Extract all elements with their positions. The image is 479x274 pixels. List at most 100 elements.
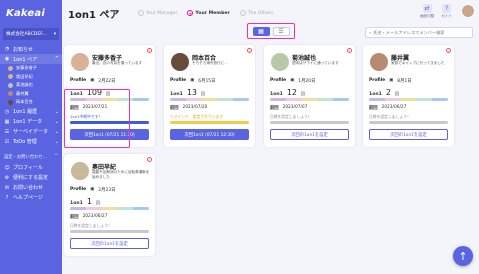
onon-count: 109 [86,88,103,97]
grid-view-button[interactable]: ▦ [252,26,270,36]
member-bio: そろそろ海外旅行に… [192,61,228,65]
set-next-1on1-button[interactable]: 次回の1on1を設定 [70,238,149,249]
prev-label: 前回 [270,106,279,111]
sidebar-member-item[interactable]: 菊池誠也 [0,81,62,90]
status-bar [170,98,249,101]
prev-date: 2023/06/27 [381,105,407,110]
profile-label: Profile [70,187,87,192]
chevron-down-icon: ▾ [53,31,56,37]
swap-icon: ⇄ [422,4,432,13]
sidebar-member-item[interactable]: 安藤多香子 [0,64,62,73]
sidebar-item-help[interactable]: ? ヘルプページ [0,193,62,203]
sidebar-item-survey[interactable]: ☰ サーベイデータ ⌄ [0,127,62,137]
view-toggle: ▦ ☰ [247,23,295,39]
data-icon: ▦ [4,118,10,125]
member-card[interactable]: ! 安藤多香子 最近、百の写真を撮っています Profile ▣ 2月22日 1on1 109… [64,45,155,147]
status-bar [270,98,349,101]
scroll-top-button[interactable]: ↑ [453,246,473,266]
user-avatar[interactable] [461,4,475,18]
help-icon: ? [442,4,452,13]
mode-your-member[interactable]: ★ Your Member [187,10,230,16]
onon-count-row: 1on1 12 回 [270,88,305,97]
list-icon: ☰ [278,27,284,35]
sidebar-item-history[interactable]: ◷ 1on1 履歴 ⌄ [0,107,62,117]
prev-date: 2023/06/27 [82,214,108,219]
alert-icon: ! [347,48,352,53]
avatar [8,74,13,80]
onon-unit: 回 [201,91,206,96]
onon-count-row: 1on1 2 回 [369,88,399,97]
sidebar-member-item[interactable]: 奥田早紀 [0,73,62,82]
avatar [8,82,13,88]
mode-your-manager[interactable]: ◌ Your Manager [138,10,177,16]
onon-count: 13 [186,88,198,97]
settings-section-toggle[interactable]: 設定・お問い合わせ… ^ [0,151,62,163]
sidebar-member-item[interactable]: 岡本百合 [0,98,62,107]
app-logo: Kakeai [6,7,45,19]
profile-date: 2月22日 [98,79,116,84]
sidebar-item-data[interactable]: ▦ 1on1 データ ⌄ [0,117,62,127]
alert-icon: ! [446,48,451,53]
header-button-label: 画面切替 [419,14,435,18]
member-name: 岡本百合 [16,99,33,105]
set-next-1on1-button[interactable]: 次回の1on1を設定 [369,129,448,140]
sidebar-item-todo[interactable]: ☑ ToDo 管理 ⌄ [0,137,62,147]
next-1on1-button[interactable]: 次回1on1 (07/21 11:30) [70,129,149,140]
onon-label: 1on1 [270,92,283,97]
profile-row: Profile ▣ 8月1日 [369,78,412,84]
profile-date: 2月23日 [98,188,116,193]
chevron-up-icon: ^ [54,153,58,159]
set-next-1on1-button[interactable]: 次回の1on1を設定 [270,129,349,140]
sidebar-item-pairs[interactable]: ◉ 1on1 ペア ^ [0,54,62,64]
calendar-icon: ▣ [90,187,95,192]
sidebar-item-notifications[interactable]: ◔ お知らせ [0,44,62,54]
avatar [8,91,13,97]
nav-label: 1on1 ペア [13,56,38,63]
status-note: 1on1中断中です！ [70,114,103,119]
sidebar-item-profile[interactable]: ☺ プロフィール [0,163,62,173]
list-view-button[interactable]: ☰ [272,26,290,36]
progress-bar [170,121,249,124]
nav-label: サーベイデータ [13,129,49,135]
nav-label: お問い合わせ [13,185,44,191]
status-note: 日時を設定しましょう！ [369,114,411,119]
mode-the-others[interactable]: ◌ The Others [239,10,273,16]
prev-label: 前回 [70,215,79,220]
nav-label: お知らせ [13,46,33,53]
avatar [8,65,13,71]
member-name: 藤井翼 [16,90,29,96]
onon-count: 1 [86,197,92,206]
prev-row: 前回 2023/07/20 [170,105,207,111]
profile-icon: ☺ [4,164,10,171]
company-selector[interactable]: 株式会社ABCDEF... ▾ [3,28,59,40]
avatar [271,53,289,71]
onon-label: 1on1 [70,201,83,206]
member-card[interactable]: ! 奥田早紀 運動不足解消のために自転車通勤を始めました Profile ▣ 2月23日 1… [64,154,155,256]
profile-date: 1月20日 [298,79,316,84]
sidebar-item-settings[interactable]: ⚙ 便利にする設定 [0,173,62,183]
next-1on1-button[interactable]: 次回1on1 (07/21 12:30) [170,129,249,140]
guide-button[interactable]: ? ガイド [441,4,452,19]
profile-row: Profile ▣ 6月15日 [170,78,215,84]
member-card[interactable]: ! 藤井翼 家族でキャンプに行ってきました Profile ▣ 8月1日 1on1 2 回前回 2… [363,45,454,147]
sidebar-item-contact[interactable]: ✉ お問い合わせ [0,183,62,193]
prev-label: 前回 [170,106,179,111]
progress-bar [70,121,149,124]
nav-label: ToDo 管理 [13,139,37,145]
onon-count-row: 1on1 13 回 [170,88,205,97]
nav-label: プロフィール [13,165,43,171]
page-title: 1on1 ペア [68,9,120,21]
avatar [171,53,189,71]
profile-row: Profile ▣ 2月23日 [70,187,115,193]
search-input[interactable] [373,30,470,35]
avatar [370,53,388,71]
sidebar-member-item[interactable]: 藤井翼 [0,90,62,99]
onon-unit: 回 [95,200,100,205]
onon-label: 1on1 [70,92,83,97]
member-card[interactable]: ! 菊池誠也 週末はサウナに通っています Profile ▣ 1月20日 1on1 12 回前回… [264,45,355,147]
member-card[interactable]: ! 岡本百合 そろそろ海外旅行に… Profile ▣ 6月15日 1on1 13 回前回 202… [164,45,255,147]
alert-icon: ! [247,48,252,53]
switch-screen-button[interactable]: ⇄ 画面切替 [420,4,434,19]
member-name: 奥田早紀 [16,73,33,79]
status-bar [70,98,149,101]
